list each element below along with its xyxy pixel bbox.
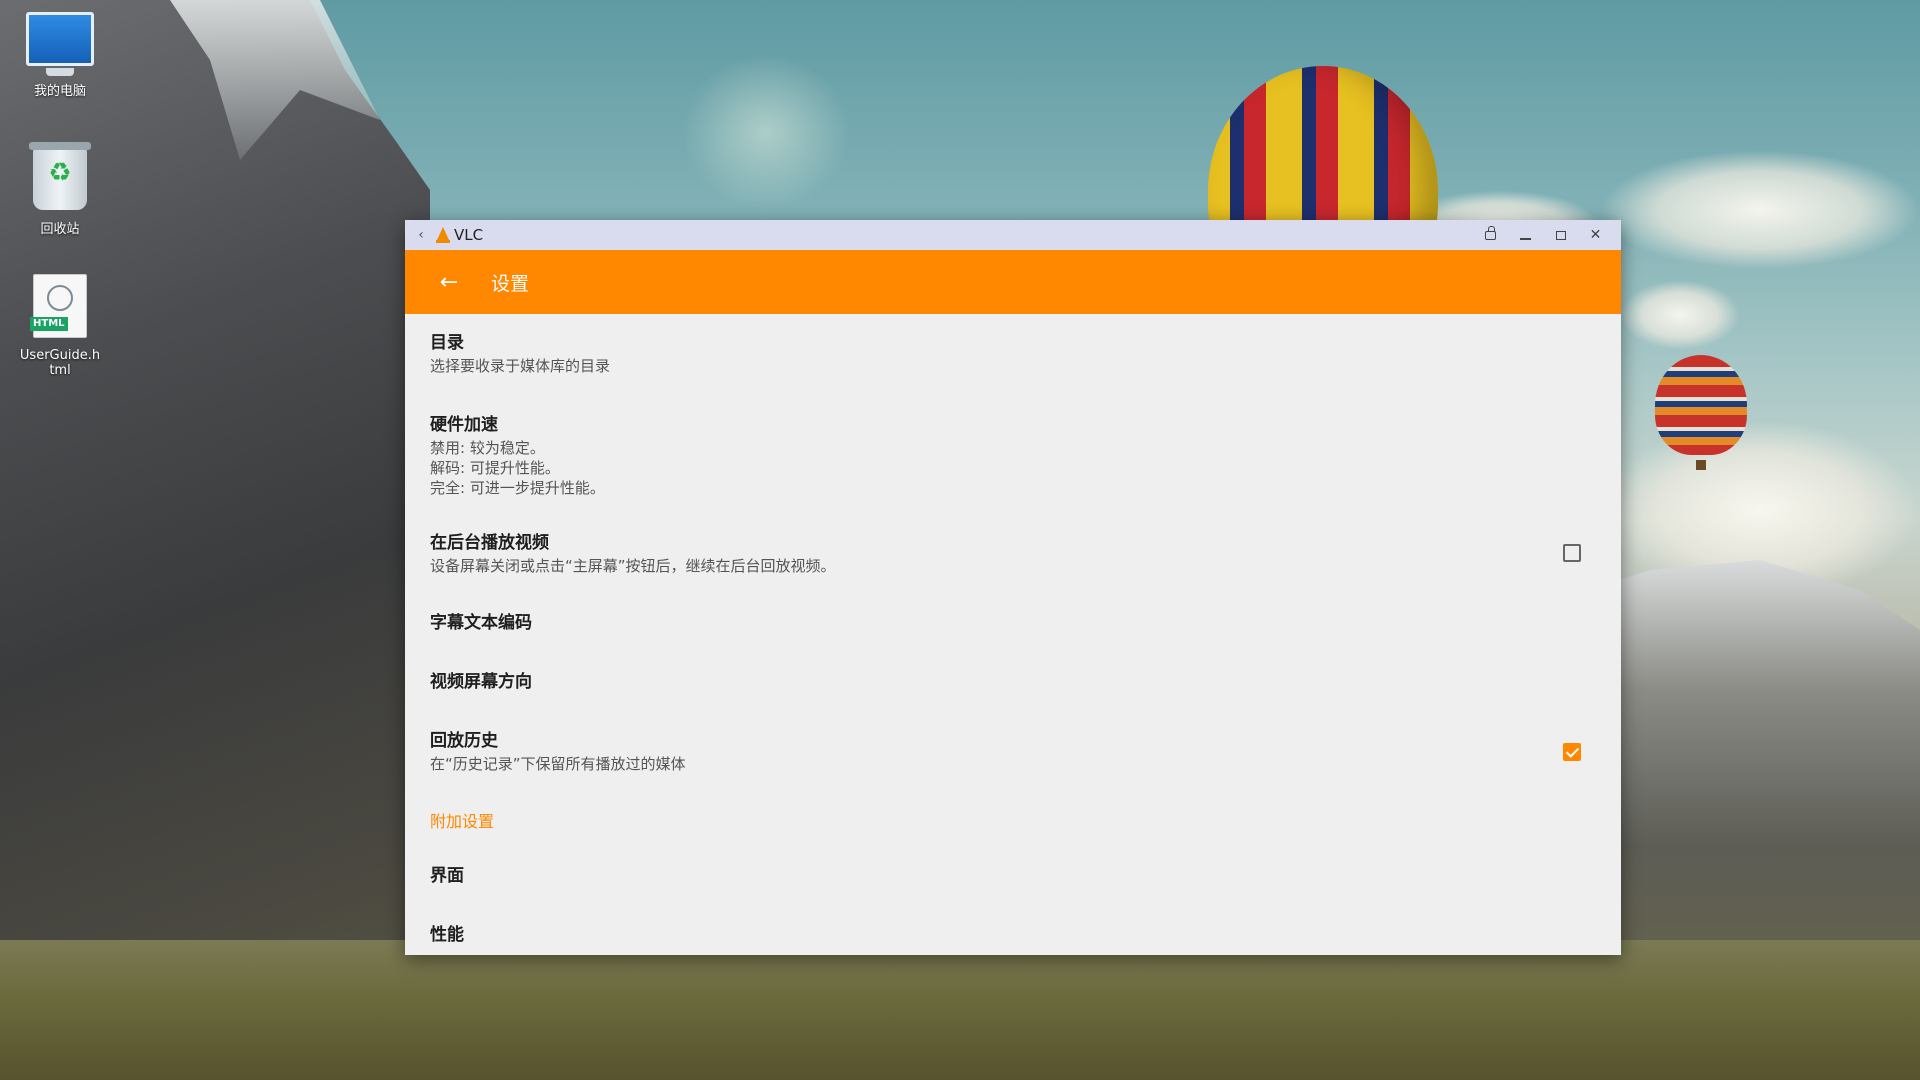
computer-icon-stand (46, 68, 74, 76)
maximize-button[interactable] (1543, 220, 1578, 250)
pref-hardware-acceleration[interactable]: 硬件加速 禁用: 较为稳定。 解码: 可提升性能。 完全: 可进一步提升性能。 (430, 414, 1591, 498)
pref-summary: 设备屏幕关闭或点击“主屏幕”按钮后，继续在后台回放视频。 (430, 557, 836, 575)
globe-icon (47, 285, 73, 311)
pref-title: 界面 (430, 866, 464, 886)
vlc-window: ‹ VLC ✕ ← 设置 目录 选择要收录于媒体库的目录 硬件加速 禁用: 较为… (405, 220, 1621, 955)
desktop: 我的电脑 ♻ 回收站 HTML UserGuide.h tml ‹ VLC ✕ … (0, 0, 1920, 1080)
pref-title: 性能 (430, 925, 464, 945)
maximize-icon (1555, 230, 1566, 240)
pref-title: 目录 (430, 333, 464, 353)
desktop-icon-label: UserGuide.h tml (19, 348, 101, 378)
pref-title: 字幕文本编码 (430, 613, 532, 633)
desktop-icon-userguide[interactable]: HTML UserGuide.h tml (10, 274, 110, 378)
hot-air-balloon-small (1655, 355, 1747, 455)
desktop-icon-recycle-bin[interactable]: ♻ 回收站 (10, 142, 110, 237)
minimize-button[interactable] (1508, 220, 1543, 250)
playback-history-checkbox[interactable] (1563, 743, 1581, 761)
background-cloud (1620, 280, 1740, 350)
settings-appbar: ← 设置 (405, 250, 1621, 314)
background-cloud (1600, 150, 1920, 270)
pref-title: 回放历史 (430, 731, 498, 751)
close-icon: ✕ (1589, 227, 1602, 243)
settings-list: 目录 选择要收录于媒体库的目录 硬件加速 禁用: 较为稳定。 解码: 可提升性能… (405, 332, 1621, 946)
rotate-icon (1485, 225, 1496, 240)
desktop-icon-label: 我的电脑 (33, 84, 86, 99)
category-extra-settings: 附加设置 (430, 812, 495, 831)
balloon-basket (1696, 460, 1706, 470)
recycle-symbol-icon: ♻ (48, 158, 72, 188)
pref-title: 在后台播放视频 (430, 533, 549, 553)
computer-icon (26, 12, 94, 66)
pref-background-play[interactable]: 在后台播放视频 设备屏幕关闭或点击“主屏幕”按钮后，继续在后台回放视频。 (430, 532, 1591, 576)
desktop-icon-my-computer[interactable]: 我的电脑 (10, 12, 110, 99)
recycle-bin-icon: ♻ (29, 142, 91, 210)
pref-performance[interactable]: 性能 (430, 924, 1591, 946)
pref-interface[interactable]: 界面 (430, 865, 1591, 887)
pref-title: 硬件加速 (430, 415, 498, 435)
pref-screen-orientation[interactable]: 视频屏幕方向 (430, 671, 1591, 693)
window-title: VLC (454, 226, 484, 244)
vlc-icon (435, 227, 451, 243)
html-file-icon: HTML (30, 274, 87, 338)
back-arrow-icon[interactable]: ← (429, 262, 469, 302)
html-badge: HTML (30, 317, 68, 331)
desktop-icon-label: 回收站 (40, 222, 80, 237)
page-title: 设置 (491, 272, 530, 295)
minimize-icon (1520, 238, 1531, 240)
pref-directories[interactable]: 目录 选择要收录于媒体库的目录 (430, 332, 1591, 376)
window-titlebar[interactable]: ‹ VLC ✕ (405, 220, 1621, 250)
rotate-button[interactable] (1473, 220, 1508, 250)
pref-summary: 禁用: 较为稳定。 解码: 可提升性能。 完全: 可进一步提升性能。 (430, 439, 605, 497)
window-controls: ✕ (1473, 220, 1613, 250)
pref-title: 视频屏幕方向 (430, 672, 532, 692)
pref-playback-history[interactable]: 回放历史 在“历史记录”下保留所有播放过的媒体 (430, 730, 1591, 774)
pref-summary: 在“历史记录”下保留所有播放过的媒体 (430, 755, 686, 773)
background-play-checkbox[interactable] (1563, 544, 1581, 562)
pref-summary: 选择要收录于媒体库的目录 (430, 357, 611, 375)
back-icon[interactable]: ‹ (409, 220, 433, 250)
background-ground (0, 940, 1920, 1080)
close-button[interactable]: ✕ (1578, 220, 1613, 250)
pref-subtitle-encoding[interactable]: 字幕文本编码 (430, 612, 1591, 634)
